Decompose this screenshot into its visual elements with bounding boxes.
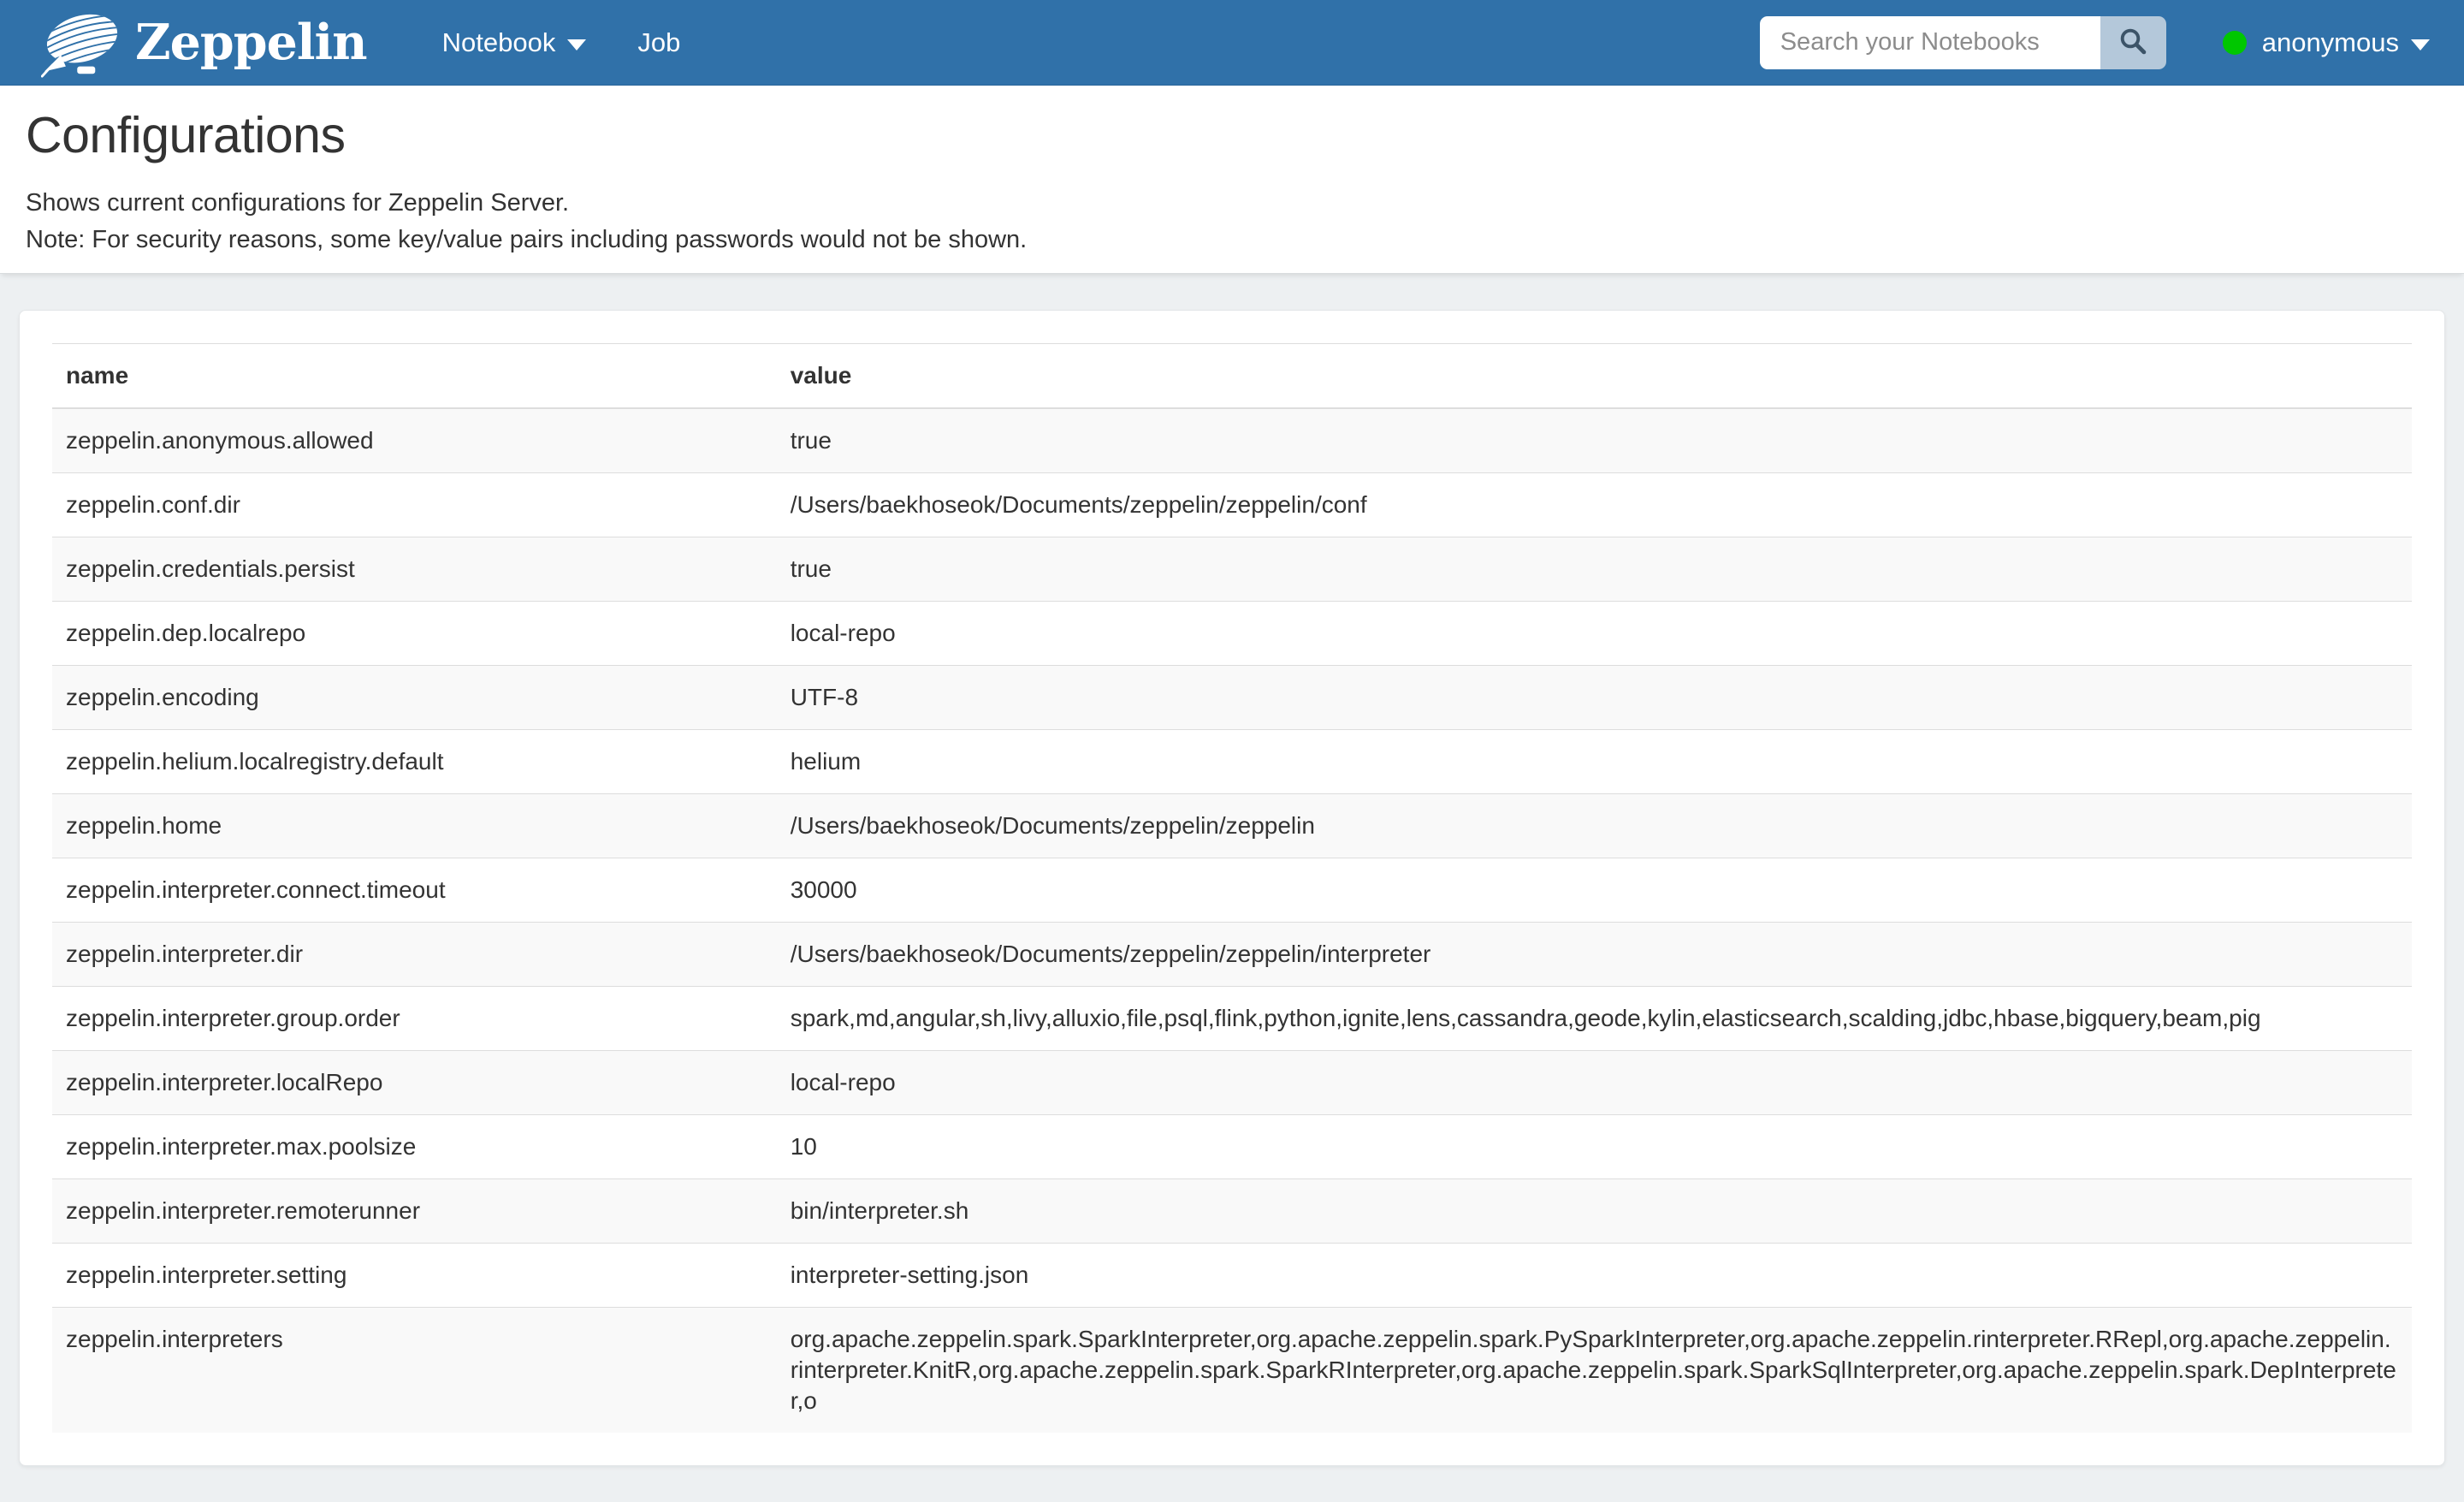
nav-item-notebook[interactable]: Notebook xyxy=(417,0,613,85)
table-row: zeppelin.interpreter.connect.timeout 300… xyxy=(52,858,2412,923)
column-header-value: value xyxy=(777,344,2412,409)
config-name: zeppelin.interpreter.localRepo xyxy=(52,1051,777,1115)
content-area: name value zeppelin.anonymous.allowed tr… xyxy=(0,274,2464,1502)
config-value: /Users/baekhoseok/Documents/zeppelin/zep… xyxy=(777,794,2412,858)
table-row: zeppelin.home /Users/baekhoseok/Document… xyxy=(52,794,2412,858)
config-value: spark,md,angular,sh,livy,alluxio,file,ps… xyxy=(777,987,2412,1051)
config-value: /Users/baekhoseok/Documents/zeppelin/zep… xyxy=(777,923,2412,987)
config-name: zeppelin.dep.localrepo xyxy=(52,602,777,666)
table-row: zeppelin.conf.dir /Users/baekhoseok/Docu… xyxy=(52,473,2412,537)
page-header: Configurations Shows current configurati… xyxy=(0,86,2464,274)
chevron-down-icon xyxy=(2411,39,2430,50)
table-row: zeppelin.interpreter.setting interpreter… xyxy=(52,1244,2412,1308)
config-value: local-repo xyxy=(777,602,2412,666)
chevron-down-icon xyxy=(567,39,586,50)
top-navbar: Zeppelin Notebook Job anonymous xyxy=(0,0,2464,86)
search-input[interactable] xyxy=(1760,16,2100,69)
column-header-name: name xyxy=(52,344,777,409)
config-value: /Users/baekhoseok/Documents/zeppelin/zep… xyxy=(777,473,2412,537)
table-row: zeppelin.interpreter.max.poolsize 10 xyxy=(52,1115,2412,1179)
config-value: UTF-8 xyxy=(777,666,2412,730)
table-row: zeppelin.dep.localrepo local-repo xyxy=(52,602,2412,666)
table-row: zeppelin.interpreters org.apache.zeppeli… xyxy=(52,1308,2412,1434)
configurations-table: name value zeppelin.anonymous.allowed tr… xyxy=(52,343,2412,1433)
config-value: 30000 xyxy=(777,858,2412,923)
table-row: zeppelin.encoding UTF-8 xyxy=(52,666,2412,730)
config-name: zeppelin.interpreter.max.poolsize xyxy=(52,1115,777,1179)
config-name: zeppelin.conf.dir xyxy=(52,473,777,537)
page-description-line2: Note: For security reasons, some key/val… xyxy=(26,222,2438,258)
config-name: zeppelin.helium.localregistry.default xyxy=(52,730,777,794)
table-row: zeppelin.interpreter.group.order spark,m… xyxy=(52,987,2412,1051)
notebook-search-group xyxy=(1760,16,2166,69)
table-row: zeppelin.anonymous.allowed true xyxy=(52,408,2412,473)
brand-wordmark: Zeppelin xyxy=(135,14,367,71)
config-name: zeppelin.encoding xyxy=(52,666,777,730)
connection-status-icon xyxy=(2223,31,2247,55)
config-name: zeppelin.home xyxy=(52,794,777,858)
search-button[interactable] xyxy=(2100,16,2166,69)
config-name: zeppelin.anonymous.allowed xyxy=(52,408,777,473)
config-value: bin/interpreter.sh xyxy=(777,1179,2412,1244)
page-description-line1: Shows current configurations for Zeppeli… xyxy=(26,185,2438,222)
table-row: zeppelin.interpreter.remoterunner bin/in… xyxy=(52,1179,2412,1244)
config-value: local-repo xyxy=(777,1051,2412,1115)
user-name: anonymous xyxy=(2262,27,2399,58)
table-row: zeppelin.helium.localregistry.default he… xyxy=(52,730,2412,794)
config-name: zeppelin.interpreter.remoterunner xyxy=(52,1179,777,1244)
zeppelin-brand[interactable]: Zeppelin xyxy=(41,3,367,82)
config-name: zeppelin.interpreters xyxy=(52,1308,777,1434)
config-value: true xyxy=(777,408,2412,473)
zeppelin-logo-icon xyxy=(41,3,123,82)
navbar-right: anonymous xyxy=(1760,16,2430,69)
page-title: Configurations xyxy=(26,106,2438,164)
configurations-card: name value zeppelin.anonymous.allowed tr… xyxy=(19,310,2445,1466)
table-row: zeppelin.credentials.persist true xyxy=(52,537,2412,602)
config-value: org.apache.zeppelin.spark.SparkInterpret… xyxy=(777,1308,2412,1434)
config-name: zeppelin.credentials.persist xyxy=(52,537,777,602)
table-row: zeppelin.interpreter.dir /Users/baekhose… xyxy=(52,923,2412,987)
nav-item-job-label: Job xyxy=(637,27,680,58)
nav-item-job[interactable]: Job xyxy=(612,0,706,85)
nav-item-notebook-label: Notebook xyxy=(442,27,556,58)
config-value: helium xyxy=(777,730,2412,794)
user-menu[interactable]: anonymous xyxy=(2223,27,2430,58)
search-icon xyxy=(2118,26,2148,59)
config-name: zeppelin.interpreter.group.order xyxy=(52,987,777,1051)
config-value: interpreter-setting.json xyxy=(777,1244,2412,1308)
table-header-row: name value xyxy=(52,344,2412,409)
table-row: zeppelin.interpreter.localRepo local-rep… xyxy=(52,1051,2412,1115)
config-value: true xyxy=(777,537,2412,602)
config-name: zeppelin.interpreter.setting xyxy=(52,1244,777,1308)
config-value: 10 xyxy=(777,1115,2412,1179)
nav-links: Notebook Job xyxy=(417,0,707,85)
config-name: zeppelin.interpreter.dir xyxy=(52,923,777,987)
config-name: zeppelin.interpreter.connect.timeout xyxy=(52,858,777,923)
